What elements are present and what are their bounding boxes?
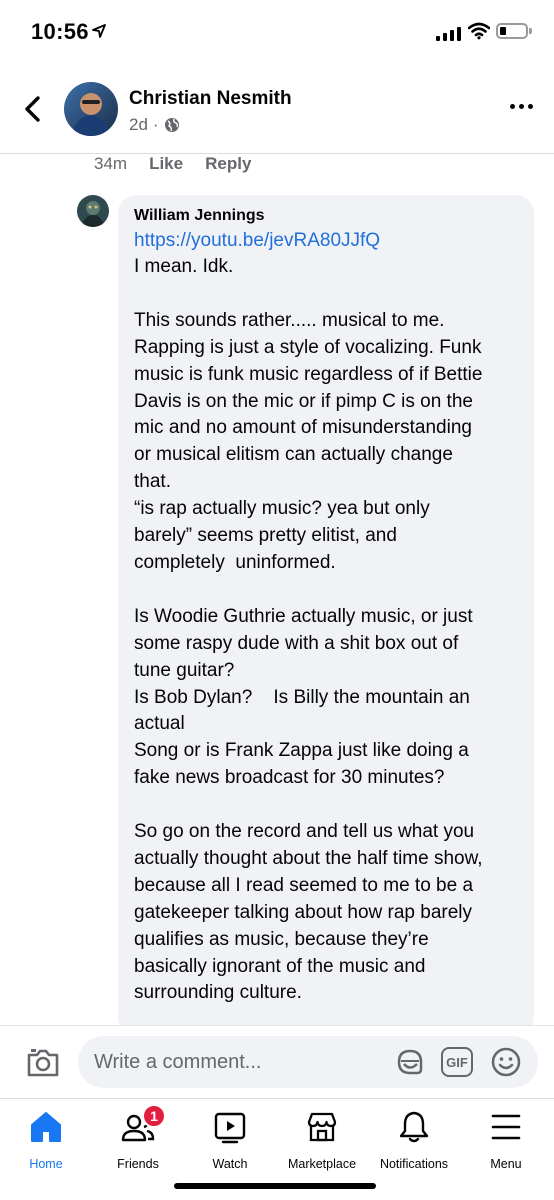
tab-menu-label: Menu (490, 1157, 522, 1171)
comment-bubble: William Jennings https://youtu.be/jevRA8… (118, 195, 534, 1035)
author-avatar[interactable] (64, 82, 118, 136)
post-meta: 2d · (129, 115, 180, 135)
reply-button[interactable]: Reply (205, 154, 251, 174)
comment-link[interactable]: https://youtu.be/jevRA80JJfQ (134, 227, 518, 254)
tab-friends-label: Friends (117, 1157, 159, 1171)
home-indicator[interactable] (174, 1183, 376, 1189)
tab-marketplace-label: Marketplace (287, 1157, 357, 1171)
tab-watch-label: Watch (212, 1157, 248, 1171)
location-arrow-icon (92, 24, 106, 38)
friends-badge: 1 (142, 1104, 166, 1128)
camera-icon[interactable] (26, 1046, 60, 1078)
tab-watch[interactable]: Watch (184, 1109, 276, 1173)
more-options-icon[interactable] (510, 104, 533, 109)
post-age[interactable]: 2d (129, 115, 148, 135)
watch-icon (214, 1112, 246, 1144)
sticker-icon[interactable] (394, 1046, 426, 1078)
commenter-avatar[interactable] (77, 195, 109, 227)
tab-friends[interactable]: 1 Friends (92, 1104, 184, 1173)
tab-notifications[interactable]: Notifications (368, 1109, 460, 1173)
meta-separator: · (152, 115, 159, 134)
tab-home-label: Home (29, 1157, 63, 1171)
home-icon (31, 1112, 61, 1142)
emoji-icon[interactable] (490, 1046, 522, 1078)
bell-icon (399, 1111, 429, 1143)
post-author-name[interactable]: Christian Nesmith (129, 88, 292, 110)
post-header: Christian Nesmith 2d · (0, 66, 554, 154)
previous-comment-actions: 34m Like Reply (94, 154, 251, 174)
wifi-icon (468, 22, 490, 40)
like-button[interactable]: Like (149, 154, 183, 174)
status-time: 10:56 (31, 19, 89, 44)
tab-menu[interactable]: Menu (460, 1109, 552, 1173)
battery-icon (496, 23, 528, 39)
back-arrow-icon[interactable] (20, 94, 46, 124)
tab-notifications-label: Notifications (379, 1157, 449, 1171)
commenter-name[interactable]: William Jennings (134, 206, 518, 226)
tab-home[interactable]: Home (0, 1109, 92, 1173)
gif-button[interactable]: GIF (441, 1047, 473, 1077)
comment-composer: GIF (0, 1025, 554, 1097)
marketplace-icon (307, 1112, 337, 1142)
menu-icon (491, 1114, 521, 1140)
status-bar: 10:56 (0, 0, 554, 66)
cellular-signal-icon (436, 25, 461, 41)
comment-time: 34m (94, 154, 128, 173)
comment-text: I mean. Idk. This sounds rather..... mus… (134, 256, 483, 1004)
globe-icon (164, 118, 179, 132)
tab-marketplace[interactable]: Marketplace (276, 1109, 368, 1173)
